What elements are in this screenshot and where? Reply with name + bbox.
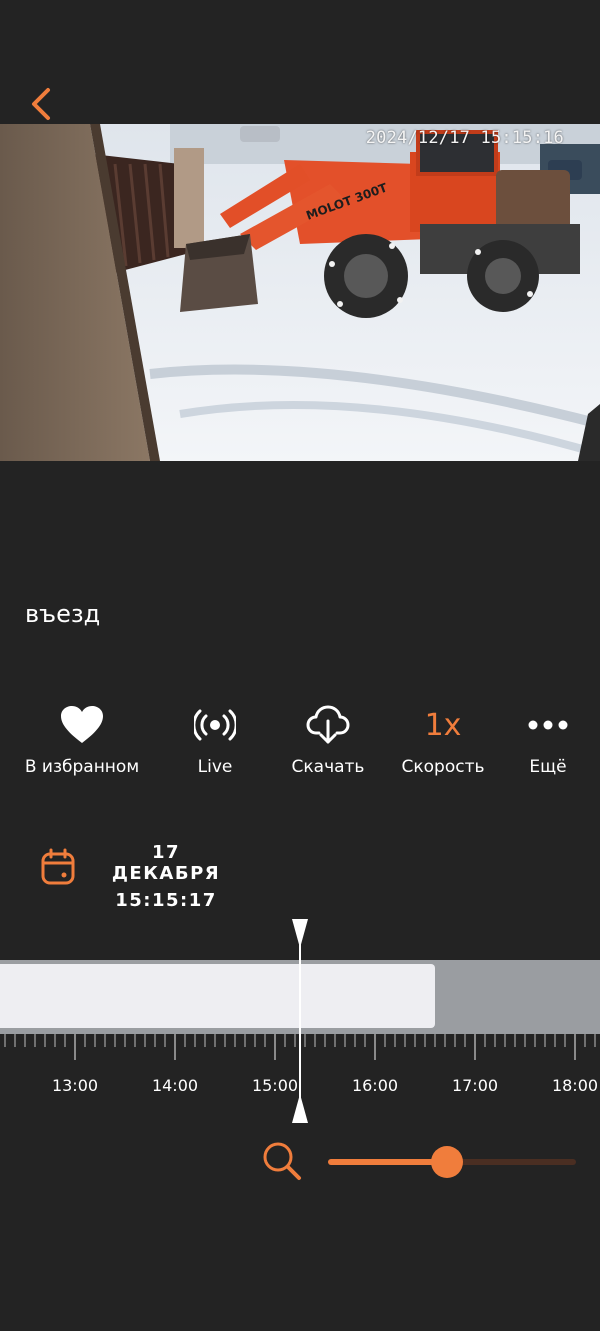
heart-icon xyxy=(61,706,103,743)
timeline[interactable]: 13:00 14:00 15:00 16:00 17:00 18:00 xyxy=(0,918,600,1128)
timeline-recorded-segment[interactable] xyxy=(0,964,435,1028)
favorite-button[interactable]: В избранном xyxy=(17,696,147,777)
chevron-left-icon xyxy=(32,88,50,120)
timeline-label: 13:00 xyxy=(51,1076,99,1095)
zoom-slider-fill xyxy=(328,1159,447,1165)
cloud-download-icon xyxy=(306,705,350,744)
live-broadcast-icon xyxy=(194,709,236,741)
selected-time: 15:15:17 xyxy=(115,890,217,911)
more-dots-icon xyxy=(528,720,568,730)
speed-value: 1x xyxy=(424,707,462,743)
zoom-slider[interactable] xyxy=(328,1146,576,1178)
download-label: Скачать xyxy=(291,757,365,777)
action-bar: В избранном Live Скачать 1x Скорость Ещё xyxy=(0,696,600,796)
zoom-slider-thumb[interactable] xyxy=(431,1146,463,1178)
more-button[interactable]: Ещё xyxy=(483,696,600,777)
calendar-icon xyxy=(41,848,75,885)
back-button[interactable] xyxy=(22,82,66,126)
live-button[interactable]: Live xyxy=(150,696,280,777)
timeline-label: 17:00 xyxy=(451,1076,499,1095)
video-player[interactable]: MOLOT 300T xyxy=(0,124,600,461)
camera-frame-image: MOLOT 300T xyxy=(0,124,600,461)
date-picker[interactable]: 17 ДЕКАБРЯ 15:15:17 xyxy=(40,840,300,911)
zoom-magnifier-icon xyxy=(263,1142,301,1180)
timeline-label: 16:00 xyxy=(351,1076,399,1095)
favorite-label: В избранном xyxy=(24,757,140,777)
timeline-label: 18:00 xyxy=(551,1076,599,1095)
selected-date: 17 ДЕКАБРЯ xyxy=(111,842,221,884)
timeline-playhead[interactable] xyxy=(288,918,312,1124)
live-label: Live xyxy=(197,757,233,777)
zoom-control xyxy=(262,1140,582,1184)
more-label: Ещё xyxy=(529,757,567,777)
camera-name: въезд xyxy=(25,600,101,628)
download-button[interactable]: Скачать xyxy=(263,696,393,777)
timeline-label: 14:00 xyxy=(151,1076,199,1095)
video-timestamp: 2024/12/17 15:15:16 xyxy=(365,128,564,148)
